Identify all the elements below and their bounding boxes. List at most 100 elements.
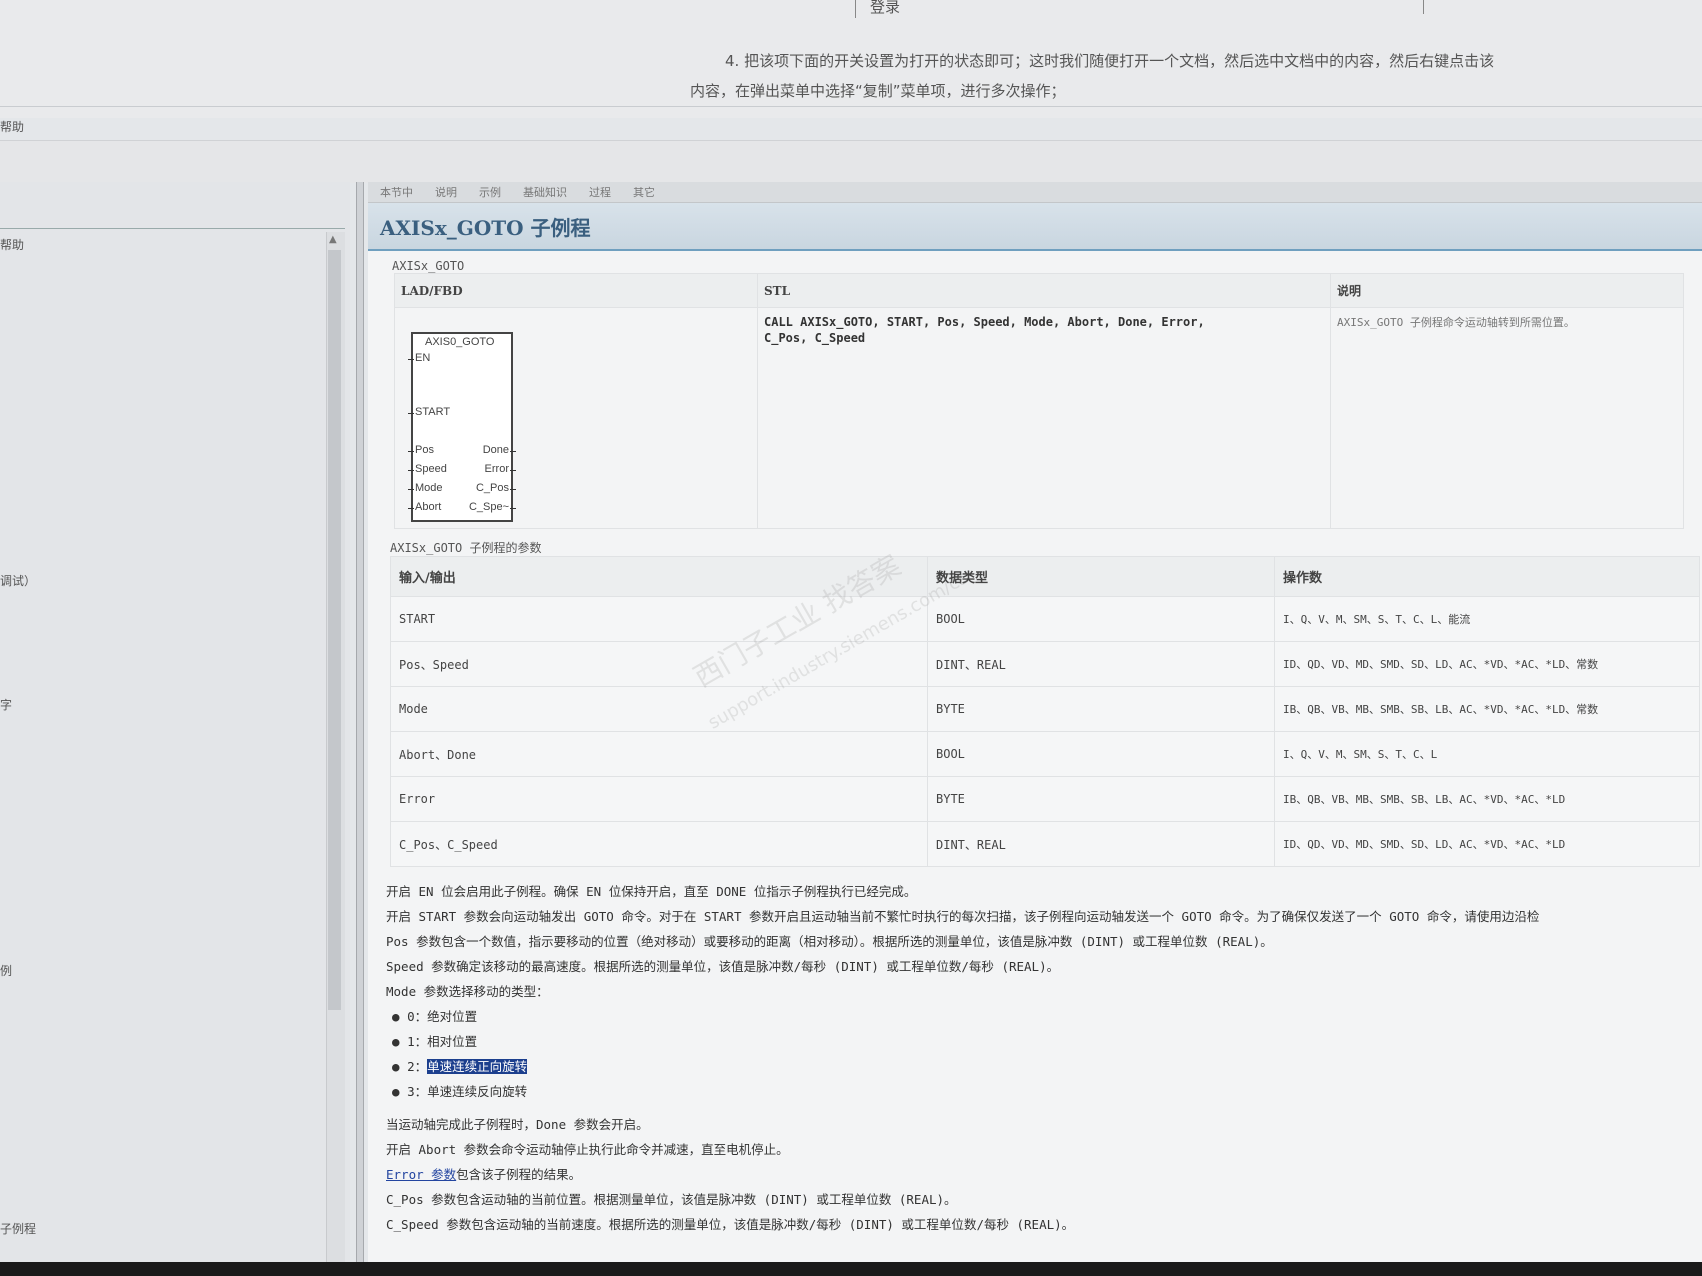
para-abort: 开启 Abort 参数会命令运动轴停止执行此命令并减速，直至电机停止。 — [386, 1142, 789, 1157]
para-speed: Speed 参数确定该移动的最高速度。根据所选的测量单位，该值是脉冲数/每秒 (… — [386, 959, 1060, 974]
header-lad-fbd: LAD/FBD — [394, 273, 758, 308]
fb-pin-speed: Speed — [408, 463, 447, 475]
instruction-line-2: 内容，在弹出菜单中选择“复制”菜单项，进行多次操作； — [690, 82, 1066, 100]
param-io: Abort、Done — [390, 731, 928, 777]
table2-caption: AXISx_GOTO 子例程的参数 — [390, 541, 542, 555]
error-parameter-link[interactable]: Error 参数 — [386, 1167, 456, 1182]
param-io: START — [390, 596, 928, 642]
stl-code-line-1: CALL AXISx_GOTO, START, Pos, Speed, Mode… — [764, 315, 1205, 329]
header-stl: STL — [757, 273, 1331, 308]
left-panel-border — [0, 228, 345, 229]
mode-1: 1：相对位置 — [407, 1034, 478, 1049]
left-scrollbar-thumb[interactable] — [328, 250, 341, 1010]
top-background: 登录 4. 把该项下面的开关设置为打开的状态即可；这时我们随便打开一个文档，然后… — [0, 0, 1702, 118]
nav-item-debug[interactable]: 调试） — [0, 572, 36, 589]
fb-pin-abort: Abort — [407, 501, 442, 513]
header-description: 说明 — [1330, 273, 1684, 308]
param-io: Mode — [390, 686, 928, 732]
param-type: BOOL — [927, 596, 1275, 642]
header-io: 输入/输出 — [390, 556, 928, 597]
parameter-description-text: 开启 EN 位会启用此子例程。确保 EN 位保持开启，直至 DONE 位指示子例… — [386, 879, 1702, 1237]
tab-basics[interactable]: 基础知识 — [523, 184, 567, 200]
parameter-table: 输入/输出 数据类型 操作数 START BOOL I、Q、V、M、SM、S、T… — [390, 556, 1700, 867]
section-tabs: 本节中 说明 示例 基础知识 过程 其它 — [368, 182, 1702, 203]
para-done: 当运动轴完成此子例程时，Done 参数会开启。 — [386, 1117, 649, 1132]
tab-other[interactable]: 其它 — [633, 184, 655, 200]
help-content-pane: 本节中 说明 示例 基础知识 过程 其它 AXISx_GOTO 子例程 AXIS… — [368, 182, 1702, 1276]
param-operands: I、Q、V、M、SM、S、T、C、L — [1274, 731, 1700, 777]
para-start: 开启 START 参数会向运动轴发出 GOTO 命令。对于在 START 参数开… — [386, 909, 1540, 924]
table-row: Pos、Speed DINT、REAL ID、QD、VD、MD、SMD、SD、L… — [390, 641, 1700, 687]
mode-2: 2： — [407, 1059, 428, 1074]
table-row: Error BYTE IB、QB、VB、MB、SMB、SB、LB、AC、*VD、… — [390, 776, 1700, 822]
selected-text-highlight[interactable]: 单速连续正向旋转 — [427, 1059, 528, 1074]
bottom-bezel — [0, 1262, 1702, 1276]
mode-3: 3：单速连续反向旋转 — [407, 1084, 528, 1099]
nav-item-fragment[interactable]: 字 — [0, 696, 12, 713]
tab-example[interactable]: 示例 — [479, 184, 501, 200]
para-c-pos: C_Pos 参数包含运动轴的当前位置。根据测量单位，该值是脉冲数 (DINT) … — [386, 1192, 957, 1207]
page-title-bar: AXISx_GOTO 子例程 — [368, 203, 1702, 251]
table-row: Mode BYTE IB、QB、VB、MB、SMB、SB、LB、AC、*VD、*… — [390, 686, 1700, 732]
list-item: ● 0：绝对位置 — [392, 1009, 478, 1024]
param-operands: I、Q、V、M、SM、S、T、C、L、能流 — [1274, 596, 1700, 642]
para-en: 开启 EN 位会启用此子例程。确保 EN 位保持开启，直至 DONE 位指示子例… — [386, 884, 917, 899]
fb-name: AXIS0_GOTO — [425, 336, 495, 348]
fb-pin-start: START — [407, 406, 451, 418]
param-operands: IB、QB、VB、MB、SMB、SB、LB、AC、*VD、*AC、*LD、常数 — [1274, 686, 1700, 732]
param-io: Error — [390, 776, 928, 822]
table-row: Abort、Done BOOL I、Q、V、M、SM、S、T、C、L — [390, 731, 1700, 777]
table-row: START BOOL I、Q、V、M、SM、S、T、C、L、能流 — [390, 596, 1700, 642]
stl-cell: CALL AXISx_GOTO, START, Pos, Speed, Mode… — [757, 307, 1331, 529]
menu-help-fragment[interactable]: 帮助 — [0, 118, 24, 135]
nav-item-example[interactable]: 例 — [0, 962, 12, 979]
panel-splitter[interactable] — [356, 182, 364, 1276]
toolbar — [0, 140, 1702, 183]
param-type: DINT、REAL — [927, 641, 1275, 687]
param-io: C_Pos、C_Speed — [390, 821, 928, 867]
top-separator — [855, 0, 856, 18]
scroll-up-arrow-icon[interactable]: ▲ — [329, 234, 337, 245]
login-link[interactable]: 登录 — [870, 0, 900, 17]
param-type: BYTE — [927, 776, 1275, 822]
fb-pin-done: Done — [482, 444, 517, 456]
param-io: Pos、Speed — [390, 641, 928, 687]
top-divider — [0, 106, 1702, 107]
para-mode: Mode 参数选择移动的类型： — [386, 984, 549, 999]
param-operands: IB、QB、VB、MB、SMB、SB、LB、AC、*VD、*AC、*LD — [1274, 776, 1700, 822]
table1-caption: AXISx_GOTO — [392, 259, 465, 273]
tab-description[interactable]: 说明 — [435, 184, 457, 200]
param-type: BOOL — [927, 731, 1275, 777]
para-c-speed: C_Speed 参数包含运动轴的当前速度。根据所选的测量单位，该值是脉冲数/每秒… — [386, 1217, 1075, 1232]
mode-0: 0：绝对位置 — [407, 1009, 478, 1024]
header-operands: 操作数 — [1274, 556, 1700, 597]
param-type: DINT、REAL — [927, 821, 1275, 867]
instruction-line-1: 4. 把该项下面的开关设置为打开的状态即可；这时我们随便打开一个文档，然后选中文… — [725, 52, 1495, 70]
tab-procedure[interactable]: 过程 — [589, 184, 611, 200]
fb-pin-pos: Pos — [408, 444, 434, 456]
fb-pin-mode: Mode — [408, 482, 443, 494]
param-operands: ID、QD、VD、MD、SMD、SD、LD、AC、*VD、*AC、*LD、常数 — [1274, 641, 1700, 687]
top-separator — [1423, 0, 1424, 14]
fb-pin-c-pos: C_Pos — [475, 482, 517, 494]
nav-item-subroutine[interactable]: 子例程 — [0, 1220, 36, 1237]
nav-item-help[interactable]: 帮助 — [0, 236, 24, 253]
list-item: ● 3：单速连续反向旋转 — [392, 1084, 528, 1099]
para-error-rest: 包含该子例程的结果。 — [456, 1167, 582, 1182]
fb-pin-c-speed: C_Spe~ — [468, 501, 517, 513]
table-row: C_Pos、C_Speed DINT、REAL ID、QD、VD、MD、SMD、… — [390, 821, 1700, 867]
param-type: BYTE — [927, 686, 1275, 732]
description-cell: AXISx_GOTO 子例程命令运动轴转到所需位置。 — [1330, 307, 1684, 529]
para-error: Error 参数包含该子例程的结果。 — [386, 1162, 1702, 1187]
list-item: ● 2：单速连续正向旋转 — [392, 1059, 528, 1074]
para-pos: Pos 参数包含一个数值，指示要移动的位置（绝对移动）或要移动的距离（相对移动）… — [386, 934, 1273, 949]
tab-in-this-section[interactable]: 本节中 — [380, 184, 413, 200]
instruction-description: AXISx_GOTO 子例程命令运动轴转到所需位置。 — [1337, 316, 1575, 329]
list-item: ● 1：相对位置 — [392, 1034, 478, 1049]
instruction-table: LAD/FBD STL 说明 AXIS0_GOTO EN START Pos S… — [394, 273, 1684, 529]
header-data-type: 数据类型 — [927, 556, 1275, 597]
lad-cell: AXIS0_GOTO EN START Pos Speed Mode Abort… — [394, 307, 758, 529]
fb-pin-error: Error — [484, 463, 517, 475]
stl-code-line-2: C_Pos, C_Speed — [764, 331, 866, 345]
page-title: AXISx_GOTO 子例程 — [380, 215, 591, 240]
